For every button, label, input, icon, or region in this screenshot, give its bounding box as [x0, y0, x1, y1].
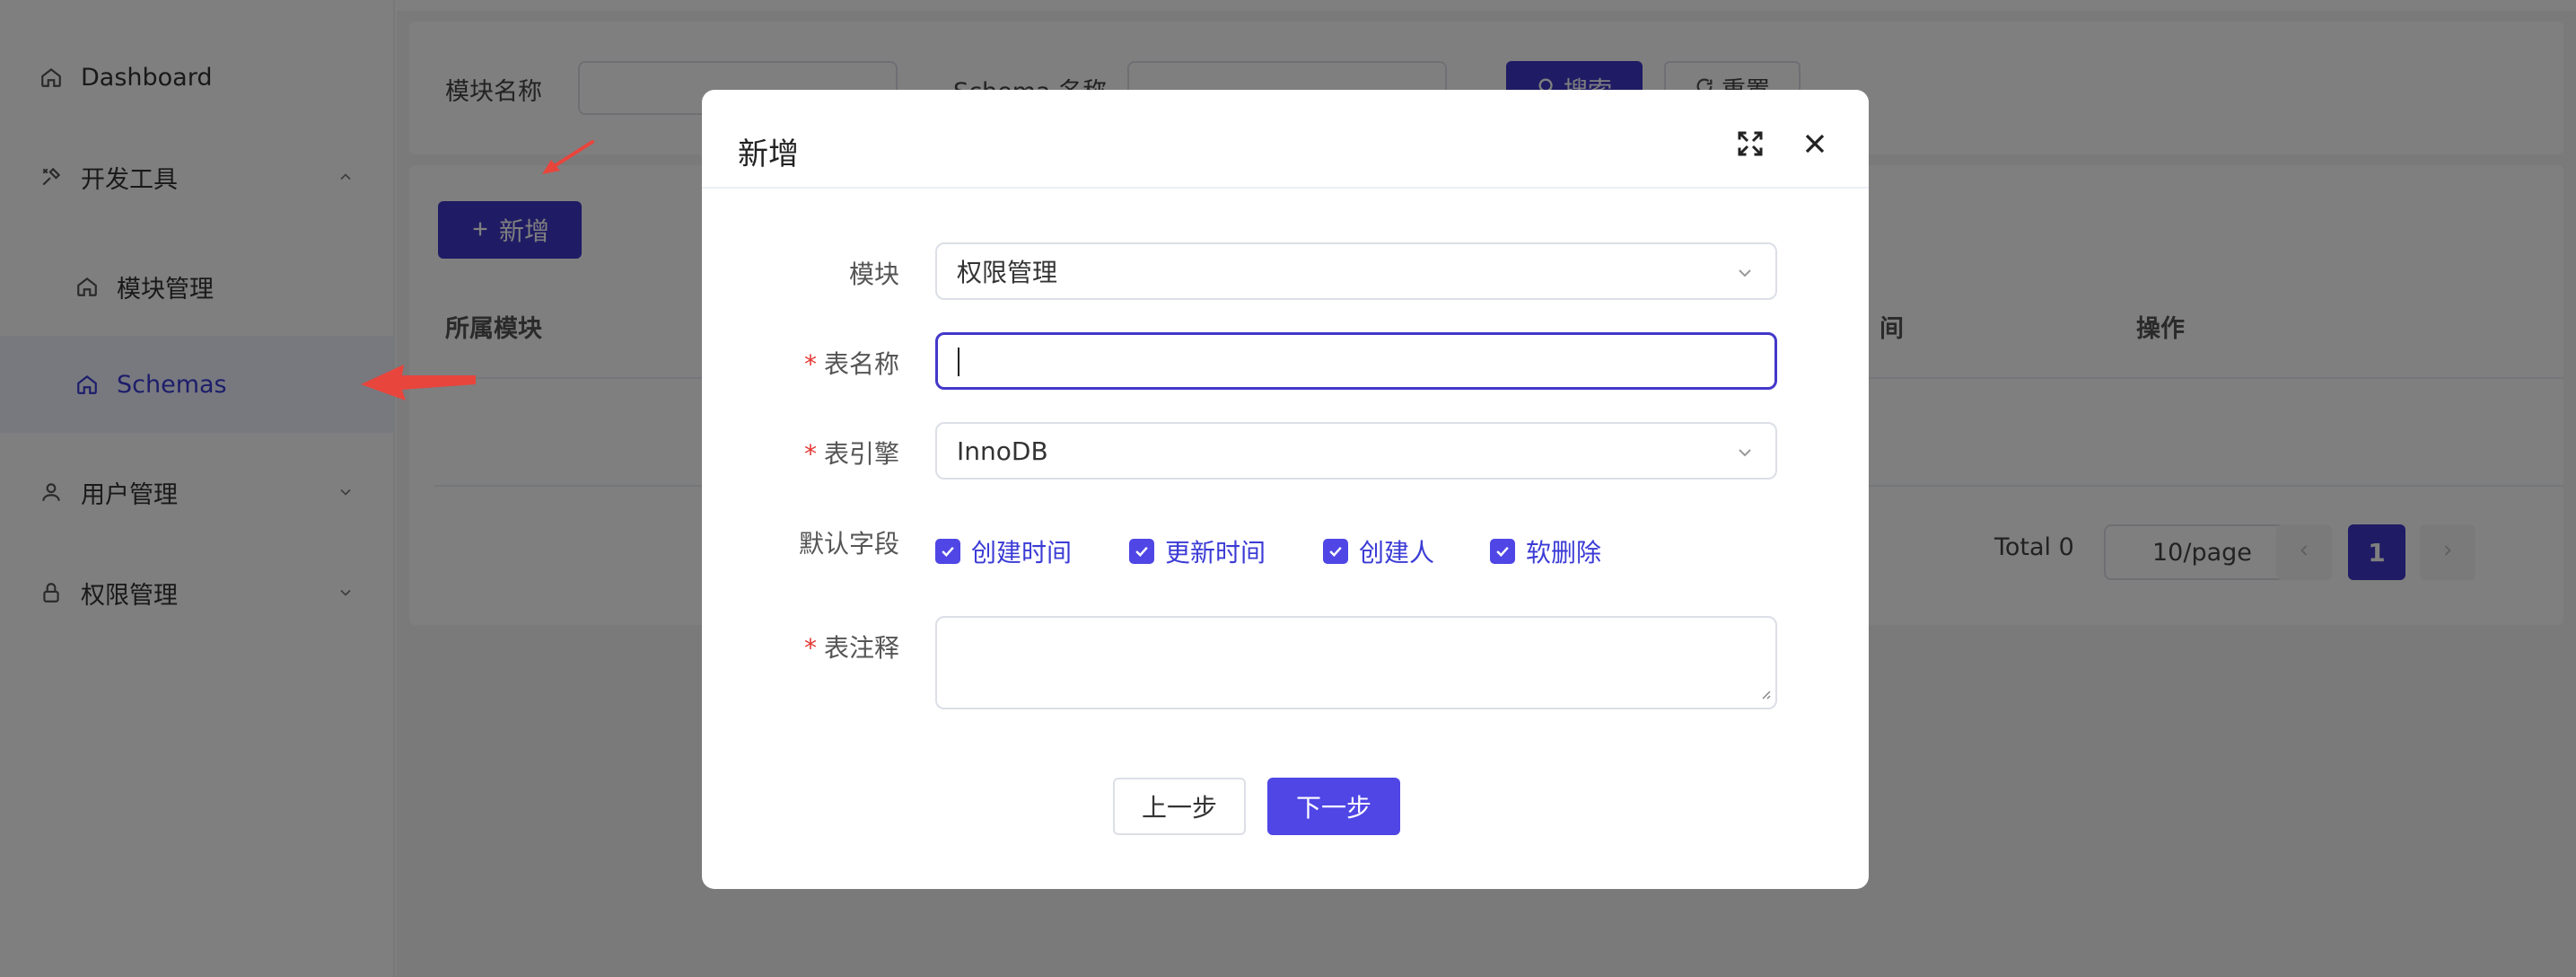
previous-step-button[interactable]: 上一步	[1113, 778, 1246, 835]
next-step-button[interactable]: 下一步	[1267, 778, 1400, 835]
checkbox-label: 更新时间	[1165, 538, 1266, 568]
checkbox-created-time[interactable]: 创建时间	[935, 533, 1072, 569]
required-marker: *	[803, 439, 817, 469]
dialog-title: 新增	[738, 136, 799, 172]
checkbox-checked-icon	[1323, 539, 1348, 564]
checkbox-checked-icon	[1490, 539, 1515, 564]
chevron-down-icon	[1734, 260, 1756, 290]
engine-select[interactable]: InnoDB	[935, 422, 1777, 480]
engine-field-label: * 表引擎	[720, 435, 899, 471]
checkbox-label: 软删除	[1526, 538, 1602, 568]
comment-textarea[interactable]	[935, 616, 1777, 709]
engine-label-text: 表引擎	[823, 439, 899, 469]
resize-handle-icon[interactable]	[1757, 686, 1772, 704]
table-name-field-label: * 表名称	[720, 345, 899, 381]
checkbox-creator[interactable]: 创建人	[1323, 533, 1434, 569]
checkbox-checked-icon	[1129, 539, 1154, 564]
default-fields-label: 默认字段	[798, 529, 899, 559]
checkbox-checked-icon	[935, 539, 960, 564]
comment-field-label: * 表注释	[720, 629, 899, 665]
engine-select-value: InnoDB	[957, 436, 1048, 466]
close-icon[interactable]	[1799, 128, 1831, 160]
dialog-header-divider	[702, 187, 1869, 189]
required-marker: *	[803, 633, 817, 663]
add-dialog: 新增 模块 权限管理 *表名称 *表引擎 InnoDB 默认字段 创建时间	[702, 90, 1869, 889]
checkbox-label: 创建时间	[971, 538, 1073, 568]
text-cursor	[958, 348, 959, 376]
required-marker: *	[803, 349, 817, 379]
module-select[interactable]: 权限管理	[935, 242, 1777, 300]
checkbox-updated-time[interactable]: 更新时间	[1129, 533, 1266, 569]
module-select-value: 权限管理	[957, 258, 1058, 287]
chevron-down-icon	[1734, 440, 1756, 470]
module-field-label: 模块	[720, 255, 899, 291]
checkbox-soft-delete[interactable]: 软删除	[1490, 533, 1601, 569]
module-field-label-text: 模块	[848, 260, 899, 289]
table-name-label-text: 表名称	[823, 349, 899, 379]
fullscreen-icon[interactable]	[1734, 128, 1766, 160]
comment-label-text: 表注释	[823, 633, 899, 663]
table-name-input[interactable]	[935, 332, 1777, 390]
checkbox-label: 创建人	[1359, 538, 1435, 568]
